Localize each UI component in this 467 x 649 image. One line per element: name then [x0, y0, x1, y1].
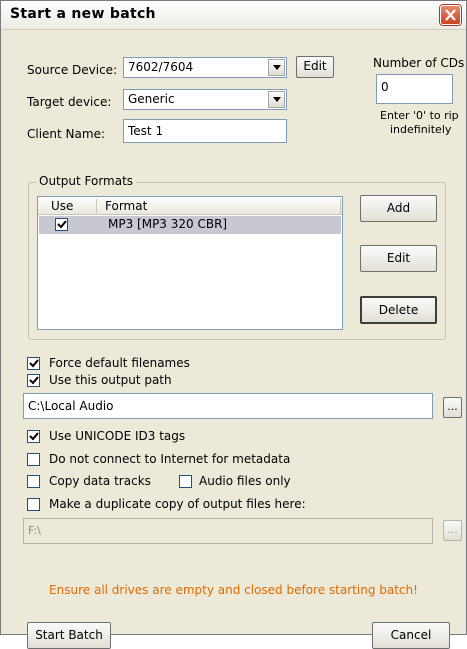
source-device-value: 7602/7604 — [128, 60, 194, 74]
checkmark-icon — [29, 376, 39, 385]
format-use-checkbox[interactable] — [55, 218, 68, 231]
list-item[interactable]: MP3 [MP3 320 CBR] — [39, 216, 341, 234]
start-batch-dialog: Start a new batch Source Device: 7602/76… — [0, 0, 467, 649]
warning-message: Ensure all drives are empty and closed b… — [49, 583, 418, 597]
checkmark-icon — [57, 220, 67, 229]
client-name-label: Client Name: — [27, 127, 105, 141]
column-divider[interactable] — [96, 199, 97, 213]
target-device-select[interactable]: Generic — [123, 89, 287, 110]
cancel-button[interactable]: Cancel — [372, 622, 450, 649]
edit-source-button-label: Edit — [303, 59, 327, 73]
delete-format-button-label: Delete — [378, 303, 419, 317]
force-default-filenames-label[interactable]: Force default filenames — [49, 356, 190, 370]
start-batch-button-label: Start Batch — [35, 628, 103, 642]
edit-format-button[interactable]: Edit — [360, 245, 437, 272]
target-device-dropdown-button[interactable] — [268, 91, 285, 108]
unicode-id3-label[interactable]: Use UNICODE ID3 tags — [49, 429, 185, 443]
add-format-button-label: Add — [386, 201, 411, 215]
audio-files-only-label[interactable]: Audio files only — [199, 474, 291, 488]
duplicate-copy-label[interactable]: Make a duplicate copy of output files he… — [49, 497, 306, 511]
add-format-button[interactable]: Add — [360, 195, 437, 222]
unicode-id3-checkbox[interactable] — [27, 430, 40, 443]
no-internet-checkbox[interactable] — [27, 453, 40, 466]
duplicate-copy-checkbox[interactable] — [27, 498, 40, 511]
delete-format-button[interactable]: Delete — [360, 296, 437, 324]
use-output-path-checkbox[interactable] — [27, 374, 40, 387]
copy-data-tracks-label[interactable]: Copy data tracks — [49, 474, 151, 488]
use-output-path-label[interactable]: Use this output path — [49, 373, 172, 387]
source-device-dropdown-button[interactable] — [268, 59, 285, 76]
browse-output-path-button[interactable]: ... — [443, 397, 462, 418]
browse-duplicate-path-label: ... — [447, 523, 458, 536]
client-name-input[interactable]: Test 1 — [123, 119, 287, 143]
column-header-use[interactable]: Use — [51, 199, 73, 213]
browse-output-path-label: ... — [447, 400, 458, 413]
source-device-select[interactable]: 7602/7604 — [123, 57, 287, 78]
dialog-title: Start a new batch — [10, 6, 156, 22]
list-header: Use Format — [38, 197, 342, 215]
target-device-value: Generic — [128, 92, 175, 106]
number-of-cds-input[interactable]: 0 — [376, 74, 453, 104]
checkmark-icon — [29, 432, 39, 441]
column-header-format[interactable]: Format — [105, 199, 147, 213]
audio-files-only-checkbox[interactable] — [179, 475, 192, 488]
column-divider[interactable] — [340, 199, 341, 213]
chevron-down-icon — [273, 97, 281, 102]
edit-format-button-label: Edit — [386, 251, 411, 265]
edit-source-button[interactable]: Edit — [296, 56, 334, 78]
title-bar: Start a new batch — [1, 1, 466, 30]
cds-hint-line1: Enter '0' to rip — [380, 109, 459, 122]
output-formats-list[interactable]: Use Format MP3 [MP3 320 CBR] — [37, 196, 343, 330]
output-formats-group-label: Output Formats — [36, 174, 137, 188]
duplicate-path-input[interactable]: F:\ — [23, 518, 433, 544]
close-icon — [445, 9, 456, 21]
output-path-input[interactable]: C:\Local Audio — [23, 393, 433, 419]
browse-duplicate-path-button[interactable]: ... — [443, 520, 462, 541]
start-batch-button[interactable]: Start Batch — [27, 622, 111, 649]
checkmark-icon — [29, 359, 39, 368]
source-device-label: Source Device: — [27, 63, 118, 77]
format-name: MP3 [MP3 320 CBR] — [108, 217, 228, 231]
copy-data-tracks-checkbox[interactable] — [27, 475, 40, 488]
no-internet-label[interactable]: Do not connect to Internet for metadata — [49, 452, 290, 466]
cds-hint-line2: indefinitely — [390, 123, 452, 136]
target-device-label: Target device: — [27, 95, 112, 109]
force-default-filenames-checkbox[interactable] — [27, 357, 40, 370]
chevron-down-icon — [273, 65, 281, 70]
cancel-button-label: Cancel — [390, 628, 432, 642]
close-button[interactable] — [440, 5, 461, 25]
number-of-cds-label: Number of CDs — [373, 56, 465, 70]
